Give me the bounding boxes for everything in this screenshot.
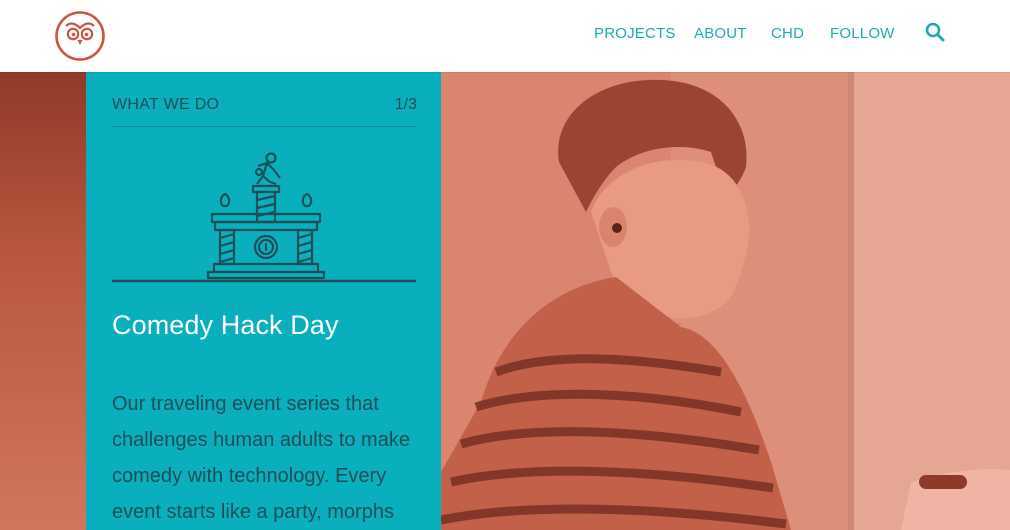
trophy-podium-icon xyxy=(112,152,416,283)
nav-projects-link[interactable]: PROJECTS xyxy=(594,25,676,42)
main-nav: PROJECTS ABOUT CHD FOLLOW xyxy=(0,25,1010,45)
search-icon[interactable] xyxy=(924,21,946,43)
nav-follow-link[interactable]: FOLLOW xyxy=(830,25,895,42)
hero-photo xyxy=(441,72,1010,530)
section-label: WHAT WE DO xyxy=(112,96,220,113)
nav-about-link[interactable]: ABOUT xyxy=(694,25,747,42)
feature-title: Comedy Hack Day xyxy=(112,310,339,340)
feature-description: Our traveling event series that challeng… xyxy=(112,393,410,523)
nav-chd-link[interactable]: CHD xyxy=(771,25,804,42)
slide-counter: 1/3 xyxy=(394,96,417,113)
hero-left-shade xyxy=(0,72,86,530)
feature-panel: WHAT WE DO 1/3 Comedy Hack Day Our trave… xyxy=(86,72,441,530)
divider xyxy=(112,126,416,127)
wall-edge xyxy=(848,72,854,530)
site-header: PROJECTS ABOUT CHD FOLLOW xyxy=(0,0,1010,72)
